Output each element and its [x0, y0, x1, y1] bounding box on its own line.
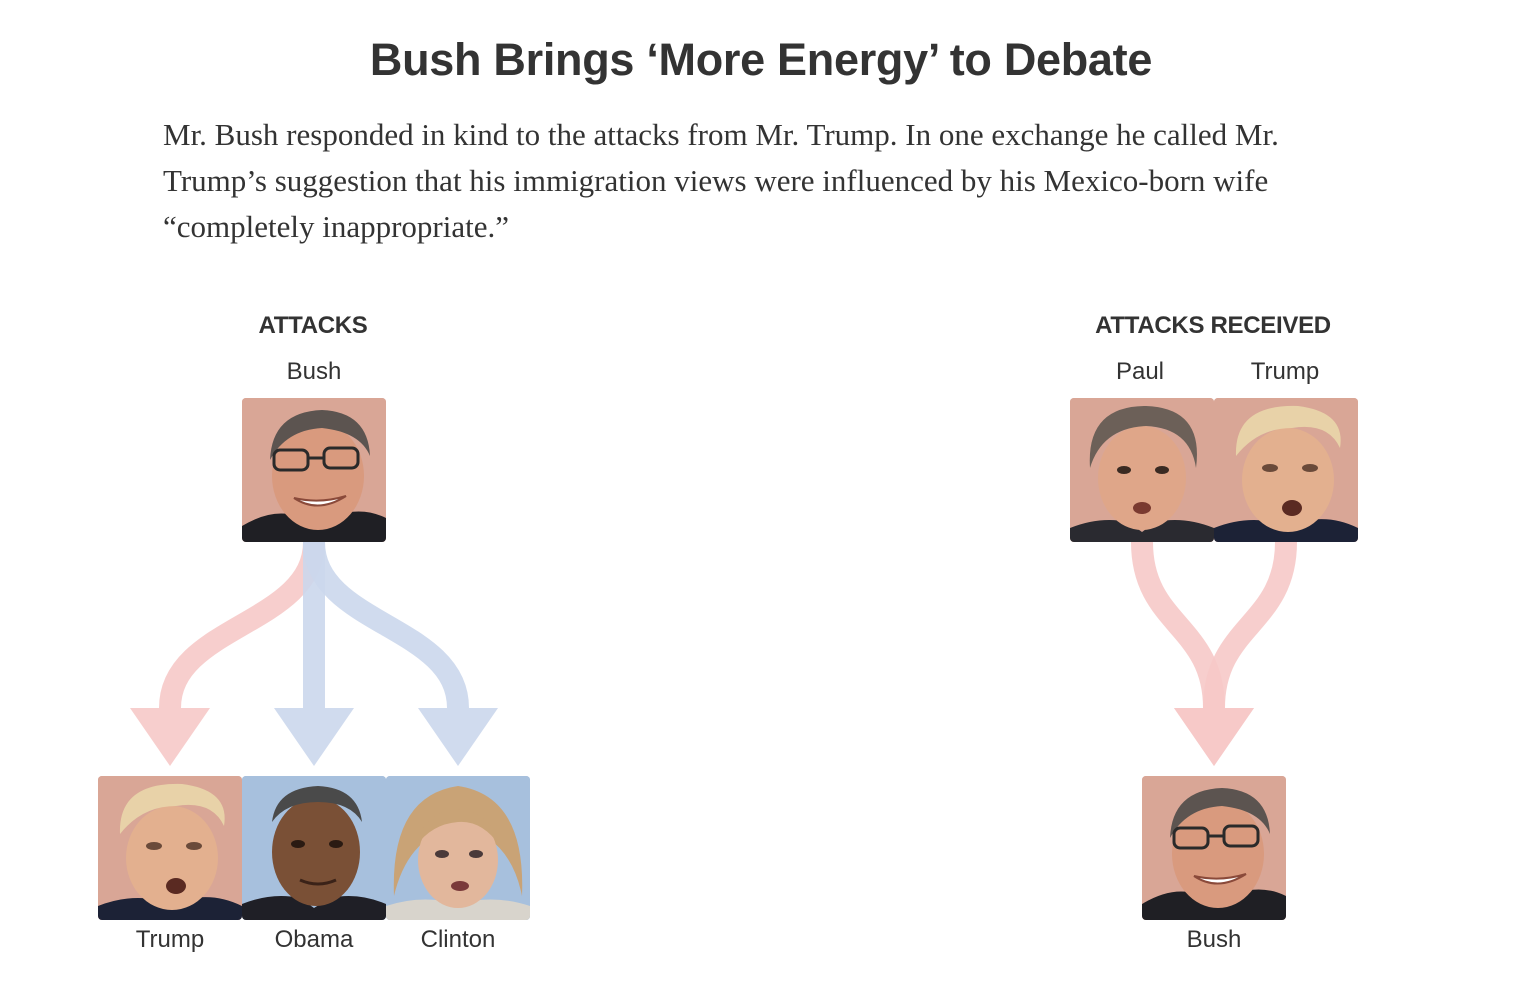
portrait-bush-attacker[interactable]: [242, 398, 386, 542]
arrow-bush-to-clinton-head: [418, 708, 498, 766]
attacks-section-title: ATTACKS: [258, 312, 368, 339]
obama-face-icon: [242, 776, 386, 920]
attacker-name-trump: Trump: [1250, 358, 1320, 385]
arrow-trump-to-bush-shaft: [1203, 541, 1297, 709]
arrow-bush-to-trump-head: [130, 708, 210, 766]
trump-face-icon: [98, 776, 242, 920]
trump-face-icon: [1214, 398, 1358, 542]
arrow-paul-to-bush-shaft: [1131, 541, 1225, 709]
target-name-obama: Obama: [274, 926, 354, 953]
arrow-bush-to-obama-head: [274, 708, 354, 766]
bush-face-icon: [242, 398, 386, 542]
attacks-received-section-title: ATTACKS RECEIVED: [1095, 312, 1331, 339]
attacker-name-paul: Paul: [1115, 358, 1165, 385]
target-name-clinton: Clinton: [420, 926, 496, 953]
arrow-bush-to-clinton-shaft: [303, 541, 469, 709]
portrait-clinton-target[interactable]: [386, 776, 530, 920]
target-name-bush: Bush: [1186, 926, 1242, 953]
target-name-trump: Trump: [135, 926, 205, 953]
portrait-paul-attacker[interactable]: [1070, 398, 1214, 542]
bush-face-icon: [1142, 776, 1286, 920]
paul-face-icon: [1070, 398, 1214, 542]
arrow-bush-to-trump-shaft: [159, 541, 325, 709]
portrait-obama-target[interactable]: [242, 776, 386, 920]
arrow-trump-to-bush-head: [1174, 708, 1254, 766]
attacker-name-bush: Bush: [286, 358, 342, 385]
portrait-bush-target[interactable]: [1142, 776, 1286, 920]
portrait-trump-attacker[interactable]: [1214, 398, 1358, 542]
clinton-face-icon: [386, 776, 530, 920]
portrait-trump-target[interactable]: [98, 776, 242, 920]
